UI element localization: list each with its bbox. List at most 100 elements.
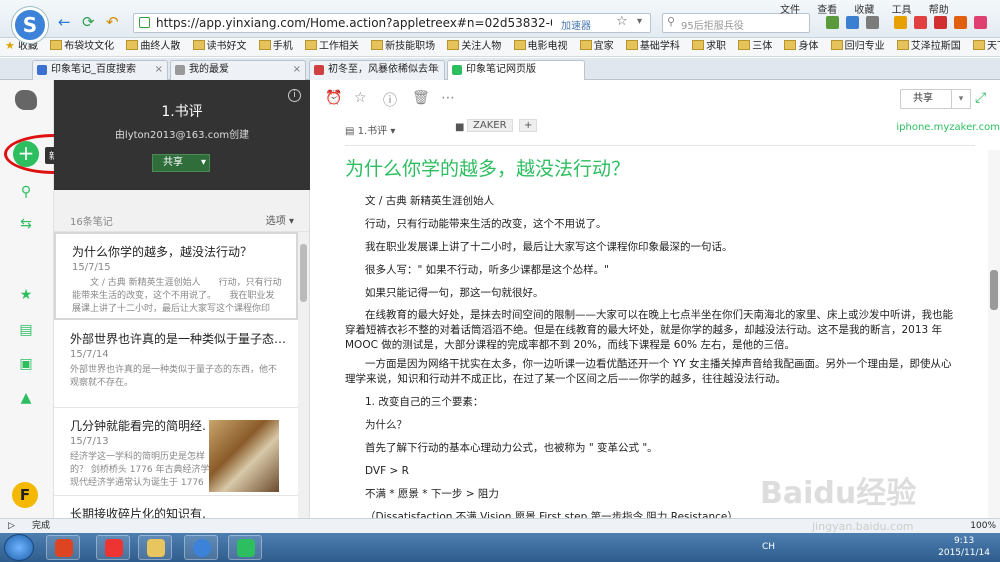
source-url[interactable]: iphone.myzaker.com [896,122,1000,133]
close-icon[interactable]: × [155,61,163,79]
browser-window: S ← ⟳ ↶ https://app.yinxiang.com/Home.ac… [0,0,1000,562]
favorite-folder[interactable]: 宜家 [579,38,614,56]
body-paragraph: 为什么？ [365,419,407,431]
tags-icon[interactable]: ▲ [14,390,38,406]
tab-bar: ⌂ 印象笔记_百度搜索× 我的最爱× 初冬至，风暴依稀似去年× 印象笔记网页版 … [0,58,1000,135]
trash-icon[interactable]: 🗑 [412,90,430,106]
browser-logo[interactable]: S [12,7,48,43]
body-paragraph: 文 / 古典 新精英生涯创始人 [365,195,495,207]
extension-icon[interactable] [954,16,967,29]
search-icon[interactable]: ⚲ [14,184,38,200]
chevron-down-icon[interactable]: ▾ [201,155,206,171]
tab-winter-article[interactable]: 初冬至，风暴依稀似去年 × [309,60,445,80]
tab-evernote-web[interactable]: 印象笔记网页版 [447,60,585,81]
avatar[interactable]: F [12,482,38,508]
more-icon[interactable]: ⋯ [441,90,455,106]
extension-icon[interactable] [974,16,987,29]
search-input[interactable]: ⚲ 95后拒服兵役 [662,13,810,33]
star-icon[interactable]: ☆ [616,14,628,29]
favorite-folder[interactable]: 身体 [784,38,818,56]
favorite-folder[interactable]: 天下足球篮 [973,38,1000,56]
extension-icon[interactable] [826,16,839,29]
notebook-share-button[interactable]: 共享 ▾ [152,154,210,172]
tag-chip[interactable]: ZAKER [467,119,513,132]
extension-icon[interactable] [846,16,859,29]
editor-scrollbar[interactable] [988,150,1000,518]
list-item[interactable]: 长期接收碎片化的知识有… [54,496,298,518]
favorite-folder[interactable]: 曲终人散 [126,38,180,56]
list-item[interactable]: 为什么你学的越多，越没法行动？ 15/7/15 文 / 古典 新精英生涯创始人 … [54,232,298,320]
info-icon[interactable]: ⓘ [383,90,397,110]
menu-view[interactable]: 查看 [817,1,837,16]
favorite-folder[interactable]: 新技能职场 [371,38,435,56]
reminder-icon[interactable]: ⏰ [325,90,342,106]
undo-icon[interactable]: ↶ [106,14,119,30]
favorite-folder[interactable]: 电影电视 [513,38,568,56]
list-item[interactable]: 外部世界也许真的是一种类似于量子态… 15/7/14 外部世界也许真的是一种类似… [54,321,298,408]
favorite-folder[interactable]: 工作相关 [304,38,359,56]
body-paragraph: 很多人写：" 如果不行动，听多少课都是这个怂样。" [365,264,609,276]
chevron-down-icon[interactable]: ▾ [637,16,642,27]
taskbar-app[interactable] [184,535,218,560]
clock[interactable]: 9:13 2015/11/14 [938,535,990,559]
tab-baidu-search[interactable]: 印象笔记_百度搜索 × [32,60,168,80]
evernote-logo-icon[interactable] [15,90,37,110]
favorite-folder[interactable]: 读书好文 [192,38,247,56]
taskbar-app[interactable] [96,535,130,560]
notes-icon[interactable]: ▤ [14,322,38,338]
close-icon[interactable]: × [293,61,301,79]
expand-icon[interactable]: ⤢ [975,90,986,106]
add-tag-button[interactable]: + [519,119,538,132]
taskbar-app[interactable] [138,535,172,560]
notebooks-icon[interactable]: ▣ [14,356,38,372]
editor-toolbar: ⏰ ☆ ⓘ 🗑 ⋯ 共享 ▾ ⤢ [310,80,1000,118]
favorite-folder[interactable]: 艾泽拉斯国 [896,38,961,56]
extension-icon[interactable] [914,16,927,29]
menu-file[interactable]: 文件 [780,1,800,16]
back-icon[interactable]: ← [58,14,71,30]
favorite-folder[interactable]: 三体 [738,38,772,56]
url-text[interactable]: https://app.yinxiang.com/Home.action?app… [156,16,552,30]
options-dropdown[interactable]: 选项 ▾ [266,212,294,227]
extension-icon[interactable] [866,16,879,29]
taskbar-app[interactable] [46,535,80,560]
menu-bar: 文件 查看 收藏 工具 帮助 [780,1,963,16]
list-item[interactable]: 几分钟就能看完的简明经… 15/7/13 经济学这一学科的简明历史是怎样的？ 剑… [54,408,298,496]
tab-favorites[interactable]: 我的最爱 × [170,60,306,80]
address-bar[interactable]: https://app.yinxiang.com/Home.action?app… [133,13,651,33]
favorite-folder[interactable]: 手机 [258,38,293,56]
work-chat-icon[interactable]: ⇆ [14,216,38,232]
sidebar-toggle-icon[interactable]: ▷ [8,519,15,533]
favorite-folder[interactable]: 回归专业 [830,38,885,56]
accelerator-label[interactable]: 加速器 [561,17,591,32]
language-indicator[interactable]: CH [762,542,775,552]
folder-icon [126,40,139,50]
note-title-field[interactable]: 为什么你学的越多，越没法行动？ [345,154,630,181]
office-app-icon [105,539,123,557]
share-button[interactable]: 共享 ▾ [900,89,971,109]
note-list-scrollbar[interactable] [298,232,309,518]
shield-icon[interactable] [934,16,947,29]
notebook-selector[interactable]: ▤ 1.书评 ▾ [345,122,395,137]
favorite-folder[interactable]: 布袋坟文化 [50,38,114,56]
scroll-thumb[interactable] [990,270,998,310]
zoom-level[interactable]: 100% [970,519,996,533]
chevron-down-icon[interactable]: ▾ [951,89,971,109]
shortcuts-star-icon[interactable]: ★ [14,287,38,303]
favicon-icon [37,65,47,75]
favorite-folder[interactable]: 求职 [692,38,726,56]
menu-favorites[interactable]: 收藏 [854,1,874,16]
favorite-folder[interactable]: 基础学科 [625,38,680,56]
menu-tools[interactable]: 工具 [892,1,912,16]
taskbar-app[interactable] [228,535,262,560]
shortcut-star-icon[interactable]: ☆ [354,90,367,106]
key-icon[interactable] [894,16,907,29]
favorite-folder[interactable]: 关注人物 [447,38,501,56]
scroll-thumb[interactable] [300,244,307,302]
close-icon[interactable]: × [432,61,440,79]
menu-help[interactable]: 帮助 [929,1,949,16]
body-paragraph: 行动，只有行动能带来生活的改变，这个不用说了。 [365,218,607,230]
start-button[interactable] [4,534,34,561]
refresh-icon[interactable]: ⟳ [82,14,95,30]
folder-icon [258,40,271,50]
